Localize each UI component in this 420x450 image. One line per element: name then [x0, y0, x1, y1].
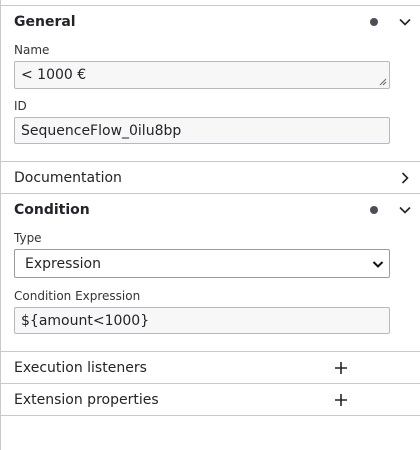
id-field[interactable]: SequenceFlow_0ilu8bp — [14, 117, 390, 144]
group-condition-title: Condition — [14, 202, 90, 218]
divider — [1, 415, 420, 416]
group-extension-properties-header[interactable]: Extension properties — [1, 384, 420, 416]
status-dot-icon — [370, 206, 378, 214]
chevron-right-icon[interactable] — [397, 170, 413, 186]
status-dot-icon — [370, 18, 378, 26]
group-execution-listeners-title: Execution listeners — [14, 360, 147, 376]
group-general-header[interactable]: General — [1, 6, 420, 38]
group-extension-properties-title: Extension properties — [14, 392, 159, 408]
id-label: ID — [14, 99, 27, 113]
group-execution-listeners-header[interactable]: Execution listeners — [1, 352, 420, 384]
type-select[interactable]: Expression — [14, 249, 390, 278]
group-condition: Condition Type Expression Condition Expr… — [1, 194, 420, 351]
group-general: General Name < 1000 € ID SequenceFlow_0i… — [1, 6, 420, 161]
properties-panel: General Name < 1000 € ID SequenceFlow_0i… — [0, 0, 420, 450]
id-field-value: SequenceFlow_0ilu8bp — [21, 123, 182, 139]
name-field-value: < 1000 € — [21, 67, 87, 83]
type-select-value: Expression — [25, 256, 101, 272]
plus-icon[interactable] — [333, 360, 349, 376]
chevron-down-icon[interactable] — [397, 14, 413, 30]
type-label: Type — [14, 231, 42, 245]
chevron-down-icon[interactable] — [397, 202, 413, 218]
name-field[interactable]: < 1000 € — [14, 61, 390, 89]
condition-expression-field[interactable]: ${amount<1000} — [14, 307, 390, 334]
group-documentation-title: Documentation — [14, 170, 122, 186]
group-documentation-header[interactable]: Documentation — [1, 162, 420, 194]
group-general-title: General — [14, 14, 76, 30]
plus-icon[interactable] — [333, 392, 349, 408]
condition-expression-value: ${amount<1000} — [21, 313, 150, 329]
group-condition-header[interactable]: Condition — [1, 194, 420, 226]
chevron-down-icon — [372, 261, 384, 268]
name-label: Name — [14, 43, 50, 57]
resize-handle-icon[interactable] — [379, 78, 387, 86]
condition-expression-label: Condition Expression — [14, 289, 141, 303]
